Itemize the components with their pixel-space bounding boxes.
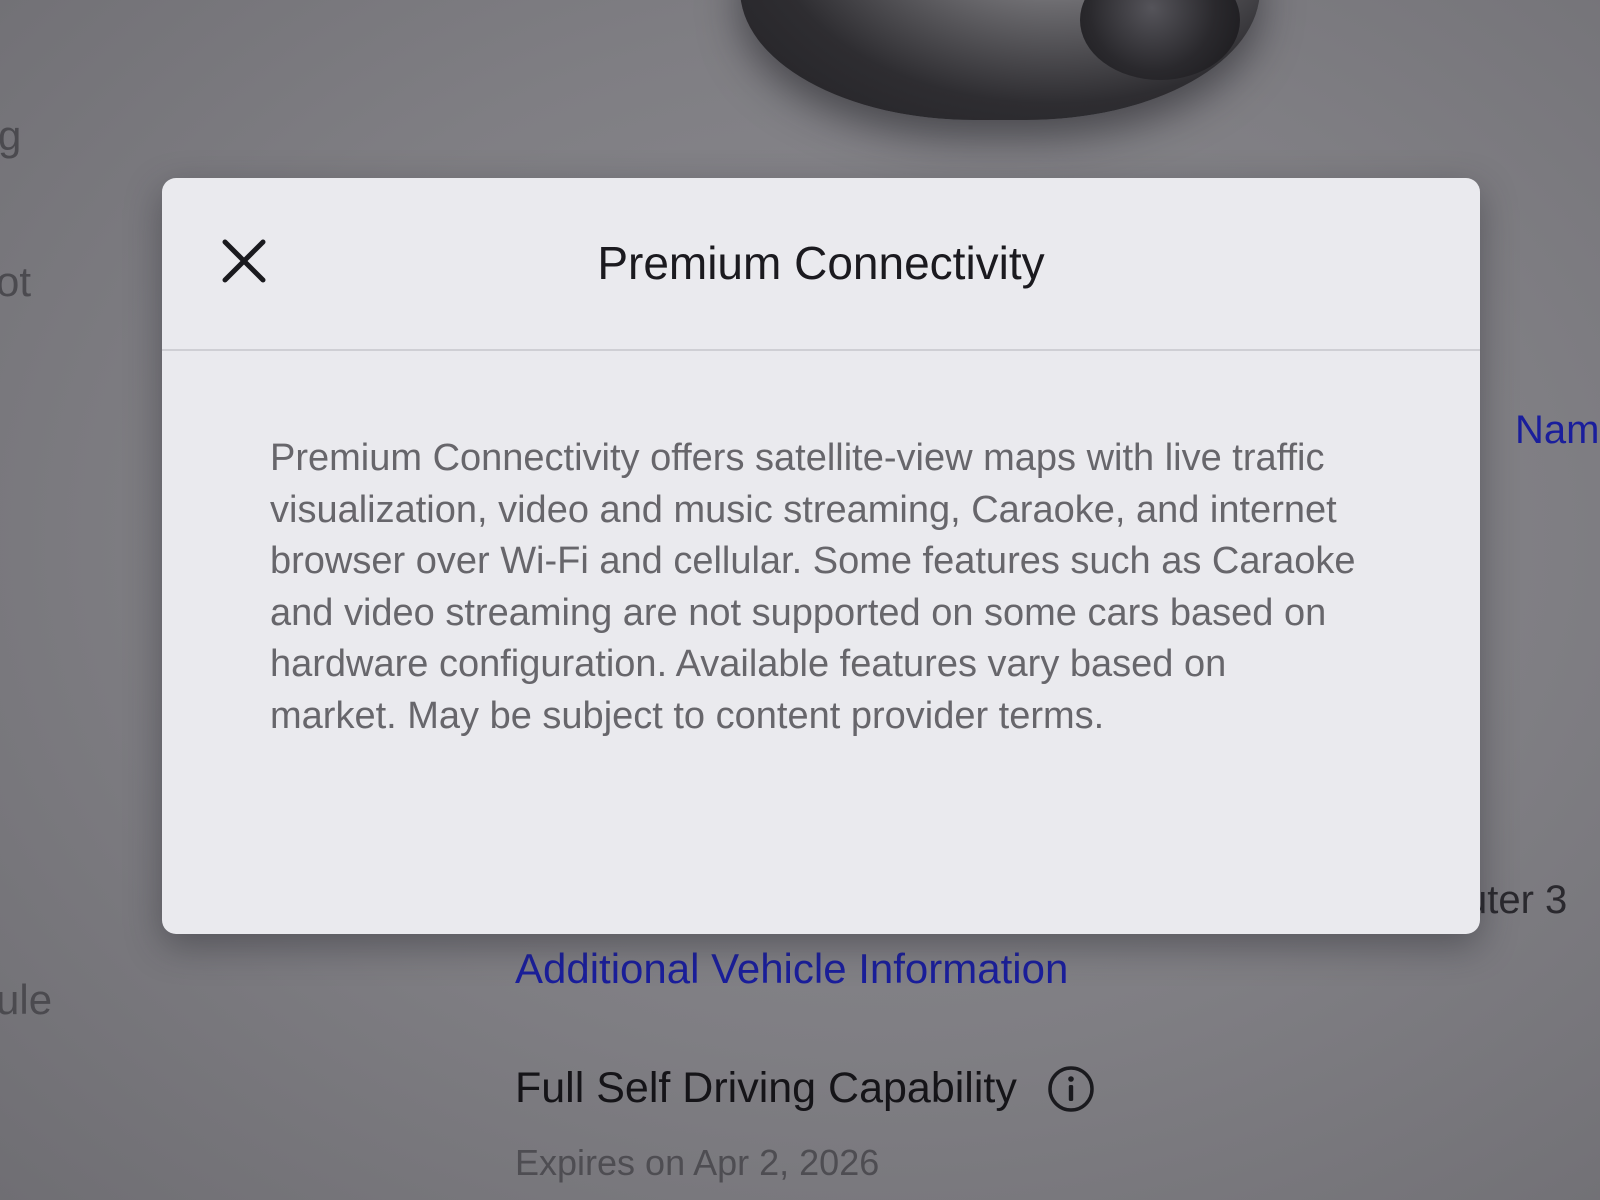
fsd-expiry-date: Expires on Apr 2, 2026 — [515, 1142, 880, 1183]
right-link-fragment[interactable]: Nam — [1515, 408, 1599, 453]
fsd-title: Full Self Driving Capability — [515, 1064, 1017, 1112]
modal-title: Premium Connectivity — [597, 237, 1045, 289]
left-menu-fragment-2[interactable]: ot — [0, 258, 31, 306]
right-text-fragment: uter 3 — [1465, 878, 1568, 922]
additional-vehicle-info-link[interactable]: Additional Vehicle Information — [515, 945, 1068, 993]
fsd-row: Full Self Driving Capability — [515, 1064, 1095, 1113]
modal-header: Premium Connectivity — [162, 178, 1480, 351]
info-icon[interactable] — [1047, 1065, 1095, 1113]
modal-body-text: Premium Connectivity offers satellite-vi… — [270, 437, 1356, 737]
premium-connectivity-modal: Premium Connectivity Premium Connectivit… — [162, 178, 1480, 934]
left-menu-fragment-3[interactable]: ule — [0, 976, 52, 1024]
left-menu-fragment-1[interactable]: g — [0, 112, 21, 160]
